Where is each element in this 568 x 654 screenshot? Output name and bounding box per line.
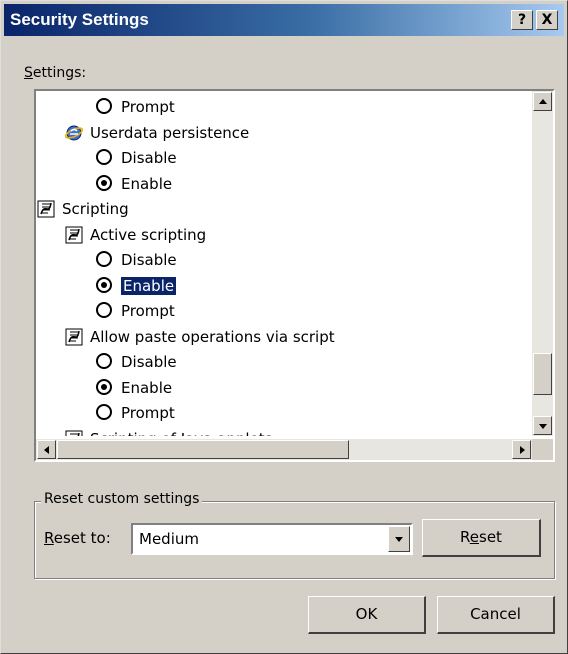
title-bar[interactable]: Security Settings ? X xyxy=(4,4,564,36)
scroll-down-button[interactable] xyxy=(533,416,552,435)
tree-category-row[interactable]: Scripting of Java applets xyxy=(64,426,272,437)
vertical-scroll-thumb[interactable] xyxy=(533,353,552,395)
radio-option-row[interactable]: Enable xyxy=(96,375,172,401)
tree-category-row[interactable]: Active scripting xyxy=(64,222,206,248)
chevron-down-icon xyxy=(395,537,403,542)
script-icon xyxy=(64,225,84,245)
row-label: Enable xyxy=(121,378,173,397)
radio-option-row[interactable]: Prompt xyxy=(96,94,175,120)
row-label: Scripting xyxy=(62,200,129,218)
settings-label: Settings: xyxy=(24,65,87,81)
radio-unchecked-icon[interactable] xyxy=(96,353,112,369)
horizontal-scrollbar[interactable] xyxy=(36,439,532,460)
radio-checked-icon[interactable] xyxy=(96,378,112,395)
radio-unchecked-icon[interactable] xyxy=(96,251,112,267)
help-button[interactable]: ? xyxy=(511,10,533,30)
tree-category-row[interactable]: Scripting xyxy=(36,196,129,222)
row-label: Enable xyxy=(121,174,173,193)
arrow-down-icon xyxy=(539,424,547,429)
row-label: Active scripting xyxy=(90,225,207,244)
window-title: Security Settings xyxy=(10,10,149,29)
radio-option-row[interactable]: Prompt xyxy=(96,400,175,426)
reset-to-label: Reset to: xyxy=(44,529,111,547)
radio-checked-icon[interactable] xyxy=(96,174,112,191)
radio-unchecked-icon[interactable] xyxy=(96,302,112,318)
scroll-up-button[interactable] xyxy=(533,92,552,111)
script-icon xyxy=(64,429,84,436)
ok-button[interactable]: OK xyxy=(308,596,426,634)
settings-tree-list[interactable]: Prompt Userdata persistence Disable Enable S… xyxy=(34,89,555,462)
row-label: Disable xyxy=(121,149,177,167)
row-label: Prompt xyxy=(121,98,175,116)
reset-level-value: Medium xyxy=(139,530,199,548)
radio-unchecked-icon[interactable] xyxy=(96,149,112,165)
scroll-left-button[interactable] xyxy=(37,440,56,459)
vertical-scrollbar[interactable] xyxy=(532,91,553,436)
radio-option-row[interactable]: Enable xyxy=(96,171,172,197)
row-label: Allow paste operations via script xyxy=(90,327,335,346)
radio-option-row[interactable]: Enable xyxy=(96,273,178,299)
tree-category-row[interactable]: Userdata persistence xyxy=(64,120,249,146)
radio-option-row[interactable]: Prompt xyxy=(96,298,175,324)
row-label: Prompt xyxy=(121,404,175,422)
radio-option-row[interactable]: Disable xyxy=(96,349,177,375)
reset-group-legend: Reset custom settings xyxy=(41,491,203,507)
arrow-up-icon xyxy=(539,99,547,104)
security-settings-dialog: Security Settings ? X Settings: Prompt Us… xyxy=(0,0,568,654)
row-label: Disable xyxy=(121,251,177,269)
ie-globe-icon xyxy=(64,123,84,143)
settings-tree-content: Prompt Userdata persistence Disable Enable S… xyxy=(36,91,532,436)
scrollbar-corner xyxy=(532,439,553,460)
radio-unchecked-icon[interactable] xyxy=(96,404,112,420)
cancel-button[interactable]: Cancel xyxy=(437,596,555,634)
horizontal-scroll-thumb[interactable] xyxy=(57,440,349,459)
row-label: Userdata persistence xyxy=(90,123,250,142)
script-icon xyxy=(64,327,84,347)
script-icon xyxy=(36,199,56,219)
radio-unchecked-icon[interactable] xyxy=(96,98,112,114)
arrow-left-icon xyxy=(44,446,49,454)
row-label: Prompt xyxy=(121,302,175,320)
reset-level-select[interactable]: Medium xyxy=(131,523,413,555)
radio-checked-icon[interactable] xyxy=(96,276,112,293)
reset-level-dropdown-button[interactable] xyxy=(388,526,410,552)
arrow-right-icon xyxy=(520,446,525,454)
close-button[interactable]: X xyxy=(536,10,558,30)
radio-option-row[interactable]: Disable xyxy=(96,247,177,273)
tree-category-row[interactable]: Allow paste operations via script xyxy=(64,324,335,350)
row-label: Disable xyxy=(121,353,177,371)
row-label: Scripting of Java applets xyxy=(90,430,272,437)
row-label: Enable xyxy=(119,275,178,296)
reset-button[interactable]: Reset xyxy=(422,519,541,557)
scroll-right-button[interactable] xyxy=(512,440,531,459)
radio-option-row[interactable]: Disable xyxy=(96,145,177,171)
